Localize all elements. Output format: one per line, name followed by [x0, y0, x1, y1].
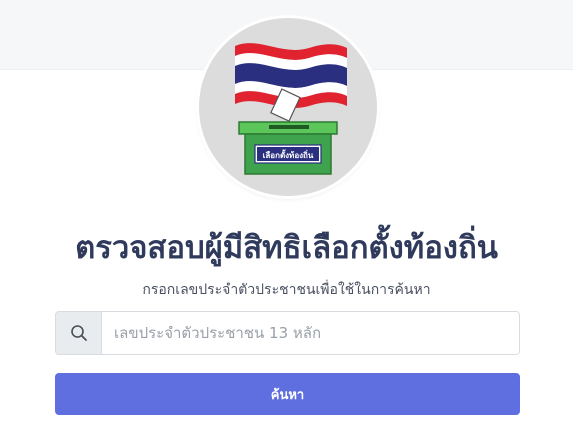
thai-flag-ballot-box-icon: เลือกตั้งท้องถิ่น: [199, 18, 377, 196]
ballot-box-label: เลือกตั้งท้องถิ่น: [263, 149, 314, 160]
page-subtitle: กรอกเลขประจำตัวประชาชนเพื่อใช้ในการค้นหา: [142, 282, 431, 298]
page-title: ตรวจสอบผู้มีสิทธิเลือกตั้งท้องถิ่น: [75, 230, 498, 266]
search-group: [55, 311, 520, 355]
search-icon: [56, 312, 102, 354]
search-button[interactable]: ค้นหา: [55, 373, 520, 415]
citizen-id-input[interactable]: [102, 312, 519, 354]
election-logo: เลือกตั้งท้องถิ่น: [199, 18, 377, 196]
